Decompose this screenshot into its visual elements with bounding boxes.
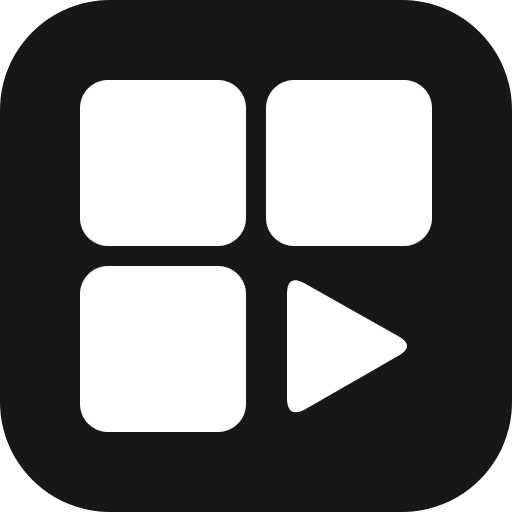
app-grid-play-icon — [0, 0, 512, 512]
app-icon — [0, 0, 512, 512]
tile-top-right — [266, 80, 432, 246]
icon-background — [0, 0, 512, 512]
tile-bottom-left — [80, 266, 246, 432]
tile-top-left — [80, 80, 246, 246]
